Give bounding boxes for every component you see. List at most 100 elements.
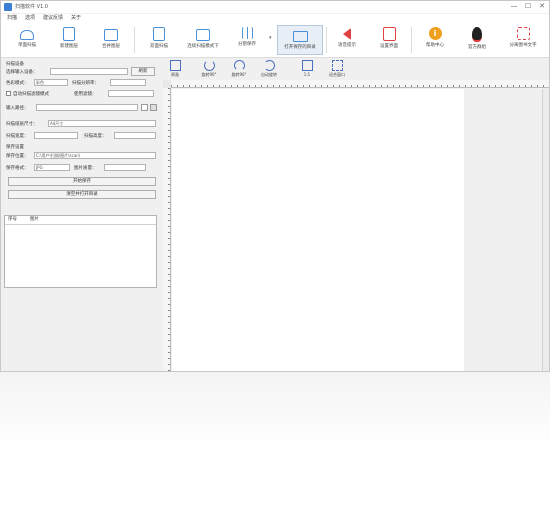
voice-prompt-button[interactable]: 语音提示 <box>327 25 367 55</box>
scan-height-input[interactable] <box>114 132 156 139</box>
input-path-label: 输入路径： <box>6 106 29 111</box>
auto-rotate-button[interactable]: 自动旋转 <box>259 60 279 78</box>
new-doc-icon <box>63 27 75 41</box>
menu-feedback[interactable]: 建议反馈 <box>43 14 63 23</box>
image-toolbar: 原画 旋转90° 旋转90° 自动旋转 1:1 适合窗口 <box>163 59 549 79</box>
toolbar-label: 双面扫描 <box>150 44 168 49</box>
save-path-field[interactable]: C:\用户\扫描\图片\scan\ <box>34 152 156 159</box>
toolbar-label: 官方群组 <box>468 45 486 50</box>
filter-label: 使用滤镜： <box>74 92 97 97</box>
official-group-button[interactable]: 官方群组 <box>457 25 497 55</box>
browse-icon[interactable] <box>141 104 148 111</box>
image-list[interactable]: 序号 图片 <box>4 215 157 288</box>
rotate-ccw-button[interactable]: 旋转90° <box>229 60 249 78</box>
scan-height-label: 扫描高度： <box>84 134 107 139</box>
app-icon <box>4 3 12 11</box>
save-path-label: 保存位置： <box>6 154 29 159</box>
quality-label: 图片质量： <box>74 166 97 171</box>
format-select[interactable]: JPG <box>34 164 70 171</box>
actual-size-button[interactable]: 1:1 <box>297 60 317 77</box>
auto-rotate-icon <box>263 60 275 71</box>
window-title: 扫描软件 V1.0 <box>15 4 48 10</box>
color-mode-select[interactable]: 彩色 <box>34 79 68 86</box>
merge-icon <box>104 29 118 41</box>
split-save-icon <box>241 27 253 39</box>
input-path-field[interactable] <box>36 104 138 111</box>
speaker-icon <box>343 28 351 40</box>
toolbar-label: 单面扫描 <box>18 43 36 48</box>
info-icon: i <box>428 27 442 40</box>
image-tool-label: 旋转90° <box>231 72 247 77</box>
dpi-label: 扫描分辨率： <box>72 81 99 86</box>
toolbar-label: 设置界面 <box>380 44 398 49</box>
toolbar-separator <box>411 27 412 53</box>
paper-size-select[interactable]: A4尺寸 <box>48 120 156 127</box>
menu-about[interactable]: 关于 <box>71 14 81 23</box>
original-button[interactable]: 原画 <box>165 60 185 78</box>
expand-icon <box>516 27 530 40</box>
menu-bar: 扫描 选项 建议反馈 关于 <box>1 14 549 23</box>
settings-button[interactable]: 设置界面 <box>369 25 409 55</box>
menu-options[interactable]: 选项 <box>25 14 35 23</box>
maximize-button[interactable]: ☐ <box>521 1 535 13</box>
scan-width-label: 扫描宽度： <box>6 134 29 139</box>
format-label: 保存格式： <box>6 166 29 171</box>
auto-filter-row: 自动扫描滤镜模式 <box>6 91 49 97</box>
device-select[interactable] <box>50 68 128 75</box>
merge-layer-button[interactable]: 合并图层 <box>91 25 131 55</box>
minimize-button[interactable]: — <box>507 1 521 13</box>
canvas-margin <box>464 89 542 371</box>
image-tool-label: 1:1 <box>303 72 311 77</box>
menu-scan[interactable]: 扫描 <box>7 14 17 23</box>
help-center-button[interactable]: i 帮助中心 <box>415 25 455 55</box>
rotate-cw-button[interactable]: 旋转90° <box>199 60 219 78</box>
auto-filter-label: 自动扫描滤镜模式 <box>13 92 49 97</box>
list-header-image: 图片 <box>30 217 39 222</box>
toolbar-label: 合并图层 <box>102 44 120 49</box>
toolbar-separator <box>134 27 135 53</box>
refresh-device-button[interactable]: 刷新 <box>131 67 155 76</box>
title-bar: 扫描软件 V1.0 — ☐ ✕ <box>1 1 549 13</box>
ruler-corner <box>163 80 171 88</box>
toolbar-label: 帮助中心 <box>426 43 444 48</box>
original-icon <box>169 60 181 71</box>
scan-preview-canvas[interactable] <box>172 89 464 371</box>
toolbar-label: 打开保存的目录 <box>284 45 316 50</box>
toolbar-label: 语音提示 <box>338 43 356 48</box>
continuous-scan-button[interactable]: 连续扫描模式下 <box>183 25 223 55</box>
quality-input[interactable] <box>104 164 146 171</box>
open-folder-button[interactable]: 打开保存的目录 <box>277 25 323 55</box>
app-window: 扫描软件 V1.0 — ☐ ✕ 扫描 选项 建议反馈 关于 单面扫描 新建图层 … <box>0 0 550 372</box>
image-tool-label: 原画 <box>171 72 179 77</box>
auto-filter-checkbox[interactable] <box>6 91 11 96</box>
split-text-button[interactable]: 分离图书文字 <box>501 25 545 55</box>
image-tool-label: 适合窗口 <box>329 72 345 77</box>
fit-window-button[interactable]: 适合窗口 <box>327 60 347 78</box>
toolbar-label: 连续扫描模式下 <box>187 44 219 49</box>
vertical-scrollbar[interactable] <box>542 89 549 371</box>
image-tool-label: 自动旋转 <box>261 72 277 77</box>
fit-window-icon <box>331 60 343 71</box>
scan-width-input[interactable] <box>34 132 78 139</box>
duplex-scan-button[interactable]: 双面扫描 <box>139 25 179 55</box>
start-save-button[interactable]: 开始保存 <box>8 177 156 186</box>
rotate-ccw-icon <box>233 60 245 71</box>
filter-select[interactable] <box>108 90 154 97</box>
qq-icon <box>472 27 482 42</box>
split-save-button[interactable]: 分割保存 <box>227 25 267 55</box>
list-header: 序号 图片 <box>5 216 156 225</box>
lock-icon[interactable] <box>150 104 157 111</box>
toolbar-label: 分割保存 <box>238 42 256 47</box>
close-button[interactable]: ✕ <box>535 1 549 13</box>
image-tool-label: 旋转90° <box>201 72 217 77</box>
dpi-input[interactable] <box>110 79 146 86</box>
new-layer-button[interactable]: 新建图层 <box>49 25 89 55</box>
single-scan-button[interactable]: 单面扫描 <box>7 25 47 55</box>
main-toolbar: 单面扫描 新建图层 合并图层 双面扫描 连续扫描模式下 分割保存 ▾ 打开保存的… <box>1 23 549 58</box>
vertical-ruler <box>163 88 171 371</box>
reflection-fade <box>0 372 550 452</box>
toolbar-label: 新建图层 <box>60 44 78 49</box>
rotate-cw-icon <box>203 60 215 71</box>
clear-open-button[interactable]: 清空并打开目录 <box>8 190 156 199</box>
dropdown-arrow-icon[interactable]: ▾ <box>269 35 272 41</box>
